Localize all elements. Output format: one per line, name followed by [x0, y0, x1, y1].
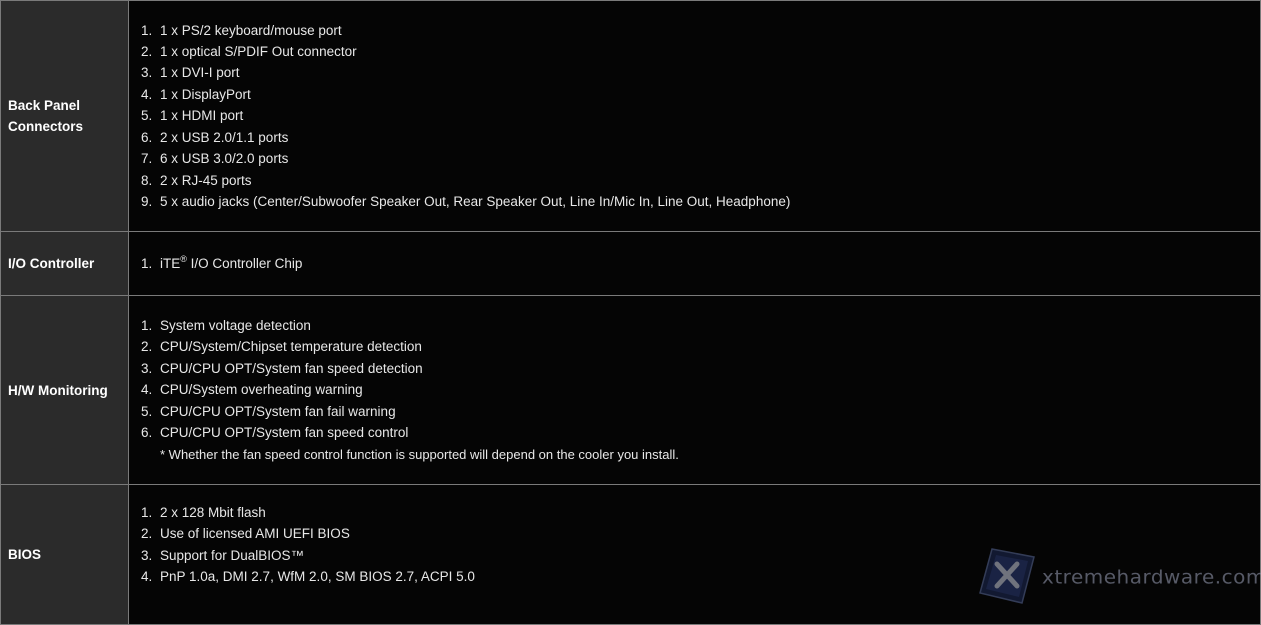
item-text: PnP 1.0a, DMI 2.7, WfM 2.0, SM BIOS 2.7,…: [160, 569, 475, 585]
item-number: 2.: [141, 339, 153, 355]
spec-list: 1. 1 x PS/2 keyboard/mouse port 2. 1 x opt…: [141, 20, 1260, 213]
item-number: 5.: [141, 108, 153, 124]
spec-row-io-controller: I/O Controller 1. iTE® I/O Controller Chi…: [0, 231, 1261, 296]
list-item: 4. 1 x DisplayPort: [141, 84, 1260, 105]
list-item: 1. 2 x 128 Mbit flash: [141, 502, 1260, 523]
list-item: 4. CPU/System overheating warning: [141, 379, 1260, 400]
item-text: 1 x DisplayPort: [160, 86, 251, 102]
item-number: 2.: [141, 526, 153, 542]
registered-mark: ®: [180, 253, 187, 264]
list-item: 2. Use of licensed AMI UEFI BIOS: [141, 523, 1260, 544]
spec-table: Back Panel Connectors 1. 1 x PS/2 keyboar…: [0, 0, 1261, 625]
list-item: 1. iTE® I/O Controller Chip: [141, 253, 1260, 274]
item-text: CPU/System overheating warning: [160, 382, 363, 398]
list-item: 6. 2 x USB 2.0/1.1 ports: [141, 127, 1260, 148]
label-line: I/O Controller: [8, 256, 95, 271]
item-text: 2 x RJ-45 ports: [160, 172, 252, 188]
spec-label-hw-monitoring: H/W Monitoring: [0, 295, 129, 485]
watermark-text: xtremehardware.com: [1042, 565, 1261, 589]
item-number: 3.: [141, 360, 153, 376]
item-text: System voltage detection: [160, 318, 311, 334]
item-text: 5 x audio jacks (Center/Subwoofer Speake…: [160, 193, 791, 209]
list-item: 3. 1 x DVI-I port: [141, 62, 1260, 83]
spec-list: 1. iTE® I/O Controller Chip: [141, 253, 1260, 274]
list-item: 9. 5 x audio jacks (Center/Subwoofer Spea…: [141, 191, 1260, 212]
list-item: 5. 1 x HDMI port: [141, 105, 1260, 126]
item-text: 1 x HDMI port: [160, 108, 244, 124]
spec-content-back-panel: 1. 1 x PS/2 keyboard/mouse port 2. 1 x opt…: [128, 0, 1261, 232]
item-number: 1.: [141, 318, 153, 334]
item-number: 4.: [141, 569, 153, 585]
item-text: 6 x USB 3.0/2.0 ports: [160, 151, 289, 167]
watermark: xtremehardware.com: [976, 545, 1261, 607]
item-text: 2 x USB 2.0/1.1 ports: [160, 129, 289, 145]
label-line: Connectors: [8, 119, 84, 134]
list-item: 5. CPU/CPU OPT/System fan fail warning: [141, 401, 1260, 422]
item-number: 1.: [141, 255, 153, 271]
item-text: CPU/CPU OPT/System fan fail warning: [160, 403, 396, 419]
spec-list: 1. System voltage detection 2. CPU/System/…: [141, 315, 1260, 443]
item-number: 3.: [141, 65, 153, 81]
item-number: 8.: [141, 172, 153, 188]
item-text: 1 x PS/2 keyboard/mouse port: [160, 22, 342, 38]
item-text: Use of licensed AMI UEFI BIOS: [160, 526, 350, 542]
list-item: 6. CPU/CPU OPT/System fan speed control: [141, 422, 1260, 443]
list-item: 2. CPU/System/Chipset temperature detecti…: [141, 336, 1260, 357]
spec-label-io-controller: I/O Controller: [0, 231, 129, 296]
list-item: 8. 2 x RJ-45 ports: [141, 170, 1260, 191]
item-number: 1.: [141, 505, 153, 520]
spec-row-back-panel: Back Panel Connectors 1. 1 x PS/2 keyboar…: [0, 0, 1261, 232]
list-item: 1. System voltage detection: [141, 315, 1260, 336]
item-number: 6.: [141, 129, 153, 145]
item-brand: iTE: [160, 255, 181, 271]
item-number: 9.: [141, 193, 153, 209]
fan-control-note: * Whether the fan speed control function…: [160, 446, 679, 462]
item-number: 6.: [141, 425, 153, 441]
list-item: 7. 6 x USB 3.0/2.0 ports: [141, 148, 1260, 169]
item-text: CPU/System/Chipset temperature detection: [160, 339, 422, 355]
spec-label-back-panel: Back Panel Connectors: [0, 0, 129, 232]
label-line: Back Panel: [8, 98, 81, 113]
label-line: H/W Monitoring: [8, 382, 108, 398]
item-text: I/O Controller Chip: [186, 255, 303, 271]
item-number: 5.: [141, 403, 153, 419]
item-number: 3.: [141, 547, 153, 563]
x-logo-icon: [979, 548, 1035, 604]
label-line: BIOS: [8, 547, 42, 562]
item-number: 1.: [141, 22, 153, 38]
item-number: 4.: [141, 382, 153, 398]
spec-label-bios: BIOS: [0, 484, 129, 625]
item-number: 4.: [141, 86, 153, 102]
item-text: CPU/CPU OPT/System fan speed control: [160, 425, 409, 441]
spec-row-hw-monitoring: H/W Monitoring 1. System voltage detectio…: [0, 295, 1261, 485]
spec-content-io-controller: 1. iTE® I/O Controller Chip: [128, 231, 1261, 296]
item-text: CPU/CPU OPT/System fan speed detection: [160, 360, 423, 376]
spec-content-hw-monitoring: 1. System voltage detection 2. CPU/System/…: [128, 295, 1261, 485]
item-text: 1 x optical S/PDIF Out connector: [160, 44, 357, 60]
list-item: 1. 1 x PS/2 keyboard/mouse port: [141, 20, 1260, 41]
item-text: 2 x 128 Mbit flash: [160, 505, 266, 520]
item-number: 2.: [141, 44, 153, 60]
item-text: Support for DualBIOS™: [160, 547, 305, 563]
list-item: 2. 1 x optical S/PDIF Out connector: [141, 41, 1260, 62]
list-item: 3. CPU/CPU OPT/System fan speed detection: [141, 358, 1260, 379]
item-number: 7.: [141, 151, 153, 167]
item-text: 1 x DVI-I port: [160, 65, 240, 81]
